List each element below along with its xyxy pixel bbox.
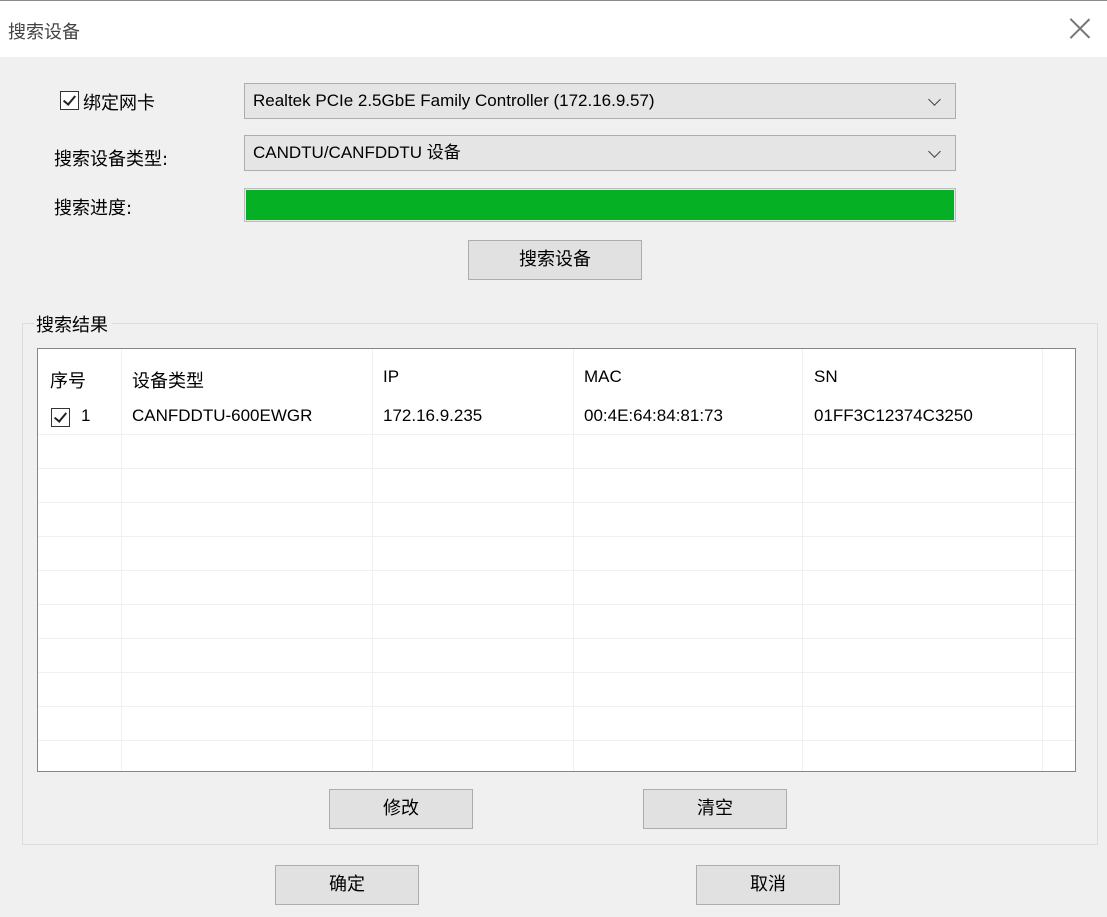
window-title: 搜索设备 bbox=[8, 22, 80, 43]
row-sn: 01FF3C12374C3250 bbox=[814, 406, 973, 425]
row-checkbox[interactable] bbox=[51, 408, 70, 427]
search-device-dialog: 搜索设备 绑定网卡 Realtek PCIe 2.5GbE Family Con… bbox=[0, 0, 1107, 917]
row-index: 1 bbox=[81, 406, 91, 425]
column-header-device-type[interactable]: 设备类型 bbox=[132, 367, 204, 393]
column-header-mac[interactable]: MAC bbox=[584, 367, 622, 387]
modify-button[interactable]: 修改 bbox=[329, 789, 473, 829]
row-divider bbox=[38, 434, 1075, 435]
row-divider bbox=[38, 638, 1075, 639]
nic-select[interactable]: Realtek PCIe 2.5GbE Family Controller (1… bbox=[244, 83, 956, 119]
column-divider bbox=[1042, 349, 1043, 771]
progress-fill bbox=[246, 190, 954, 220]
chevron-down-icon bbox=[928, 145, 941, 158]
chevron-down-icon bbox=[928, 93, 941, 106]
row-device-type: CANFDDTU-600EWGR bbox=[132, 406, 313, 425]
progress-label: 搜索进度: bbox=[54, 198, 133, 219]
row-divider bbox=[38, 740, 1075, 741]
close-icon[interactable] bbox=[1069, 17, 1091, 39]
title-bar: 搜索设备 bbox=[0, 1, 1107, 57]
device-type-select-value: CANDTU/CANFDDTU 设备 bbox=[253, 143, 461, 162]
column-divider bbox=[573, 349, 574, 771]
column-header-index[interactable]: 序号 bbox=[50, 367, 86, 393]
device-type-label: 搜索设备类型: bbox=[54, 149, 169, 170]
cancel-button[interactable]: 取消 bbox=[696, 865, 840, 905]
device-type-select[interactable]: CANDTU/CANFDDTU 设备 bbox=[244, 135, 956, 171]
ok-button[interactable]: 确定 bbox=[275, 865, 419, 905]
column-header-sn[interactable]: SN bbox=[814, 367, 838, 387]
clear-button[interactable]: 清空 bbox=[643, 789, 787, 829]
search-device-button[interactable]: 搜索设备 bbox=[468, 240, 642, 280]
row-mac: 00:4E:64:84:81:73 bbox=[584, 406, 723, 425]
row-divider bbox=[38, 468, 1075, 469]
results-group-label: 搜索结果 bbox=[34, 311, 112, 337]
row-divider bbox=[38, 604, 1075, 605]
bind-nic-checkbox[interactable] bbox=[60, 91, 79, 110]
results-list[interactable]: 序号 设备类型 IP MAC SN 1 CANFDDTU-600EWGR 172… bbox=[37, 348, 1076, 772]
row-ip: 172.16.9.235 bbox=[383, 406, 483, 425]
column-divider bbox=[121, 349, 122, 771]
column-divider bbox=[802, 349, 803, 771]
column-header-ip[interactable]: IP bbox=[383, 367, 399, 387]
row-divider bbox=[38, 502, 1075, 503]
column-divider bbox=[372, 349, 373, 771]
search-progress-bar bbox=[244, 188, 956, 222]
bind-nic-label: 绑定网卡 bbox=[83, 93, 155, 114]
row-divider bbox=[38, 706, 1075, 707]
nic-select-value: Realtek PCIe 2.5GbE Family Controller (1… bbox=[253, 91, 655, 110]
row-divider bbox=[38, 570, 1075, 571]
row-divider bbox=[38, 672, 1075, 673]
row-divider bbox=[38, 536, 1075, 537]
